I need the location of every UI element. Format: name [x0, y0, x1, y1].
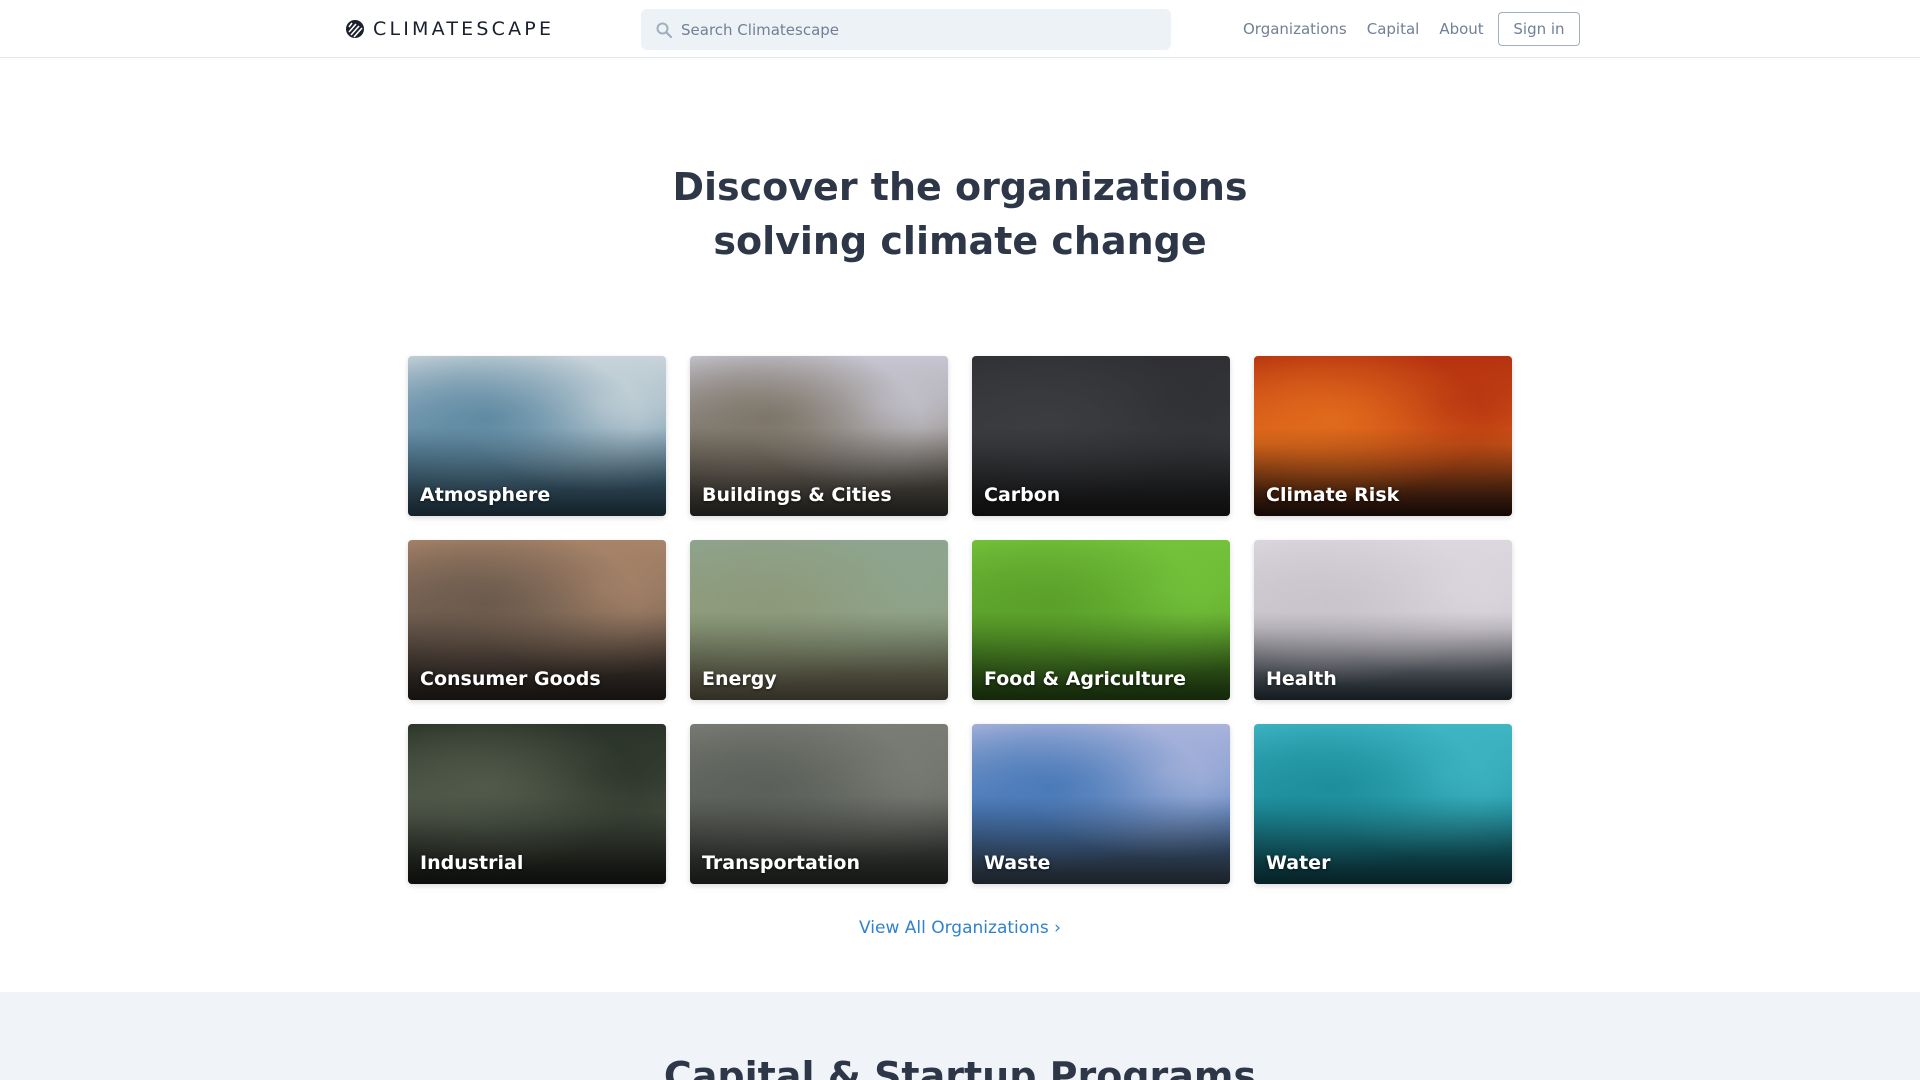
main-nav: Organizations Capital About [1243, 20, 1484, 38]
search-input[interactable] [681, 20, 1161, 39]
category-card-label: Carbon [984, 484, 1061, 506]
category-card-health[interactable]: Health [1254, 540, 1512, 700]
hero-heading-line-1: Discover the organizations [672, 165, 1248, 209]
category-card-label: Climate Risk [1266, 484, 1400, 506]
category-card-transportation[interactable]: Transportation [690, 724, 948, 884]
category-card-label: Waste [984, 852, 1051, 874]
category-card-industrial[interactable]: Industrial [408, 724, 666, 884]
category-grid: Atmosphere Buildings & Cities Carbon Climat… [408, 356, 1512, 884]
category-card-label: Water [1266, 852, 1331, 874]
brand-logo[interactable]: CLIMATESCAPE [345, 16, 554, 42]
brand-name: CLIMATESCAPE [373, 18, 555, 40]
category-card-label: Consumer Goods [420, 668, 601, 690]
category-card-waste[interactable]: Waste [972, 724, 1230, 884]
capital-section-title: Capital & Startup Programs [663, 1054, 1257, 1080]
category-card-label: Food & Agriculture [984, 668, 1187, 690]
category-card-carbon[interactable]: Carbon [972, 356, 1230, 516]
view-all-container: View All Organizations › [0, 918, 1920, 938]
view-all-organizations-link[interactable]: View All Organizations › [859, 918, 1061, 938]
category-card-label: Transportation [702, 852, 861, 874]
category-card-atmosphere[interactable]: Atmosphere [408, 356, 666, 516]
category-card-water[interactable]: Water [1254, 724, 1512, 884]
category-card-label: Health [1266, 668, 1337, 690]
category-card-label: Energy [702, 668, 777, 690]
category-card-food[interactable]: Food & Agriculture [972, 540, 1230, 700]
climatescape-logo-icon [346, 20, 364, 38]
category-card-energy[interactable]: Energy [690, 540, 948, 700]
category-card-label: Industrial [420, 852, 524, 874]
sign-in-button[interactable]: Sign in [1498, 12, 1580, 46]
capital-section: Capital & Startup Programs [0, 992, 1920, 1080]
nav-link-organizations[interactable]: Organizations [1243, 20, 1347, 38]
category-card-consumer-goods[interactable]: Consumer Goods [408, 540, 666, 700]
nav-link-about[interactable]: About [1439, 20, 1483, 38]
category-card-climate-risk[interactable]: Climate Risk [1254, 356, 1512, 516]
hero-heading-line-2: solving climate change [713, 219, 1207, 263]
category-card-label: Atmosphere [420, 484, 551, 506]
category-card-label: Buildings & Cities [702, 484, 892, 506]
search-icon [656, 22, 673, 38]
nav-link-capital[interactable]: Capital [1367, 20, 1420, 38]
category-card-buildings[interactable]: Buildings & Cities [690, 356, 948, 516]
top-nav-bar: CLIMATESCAPE Organizations Capital About… [0, 0, 1920, 58]
search-bar[interactable] [641, 9, 1171, 50]
hero-heading: Discover the organizations solving clima… [0, 160, 1920, 268]
